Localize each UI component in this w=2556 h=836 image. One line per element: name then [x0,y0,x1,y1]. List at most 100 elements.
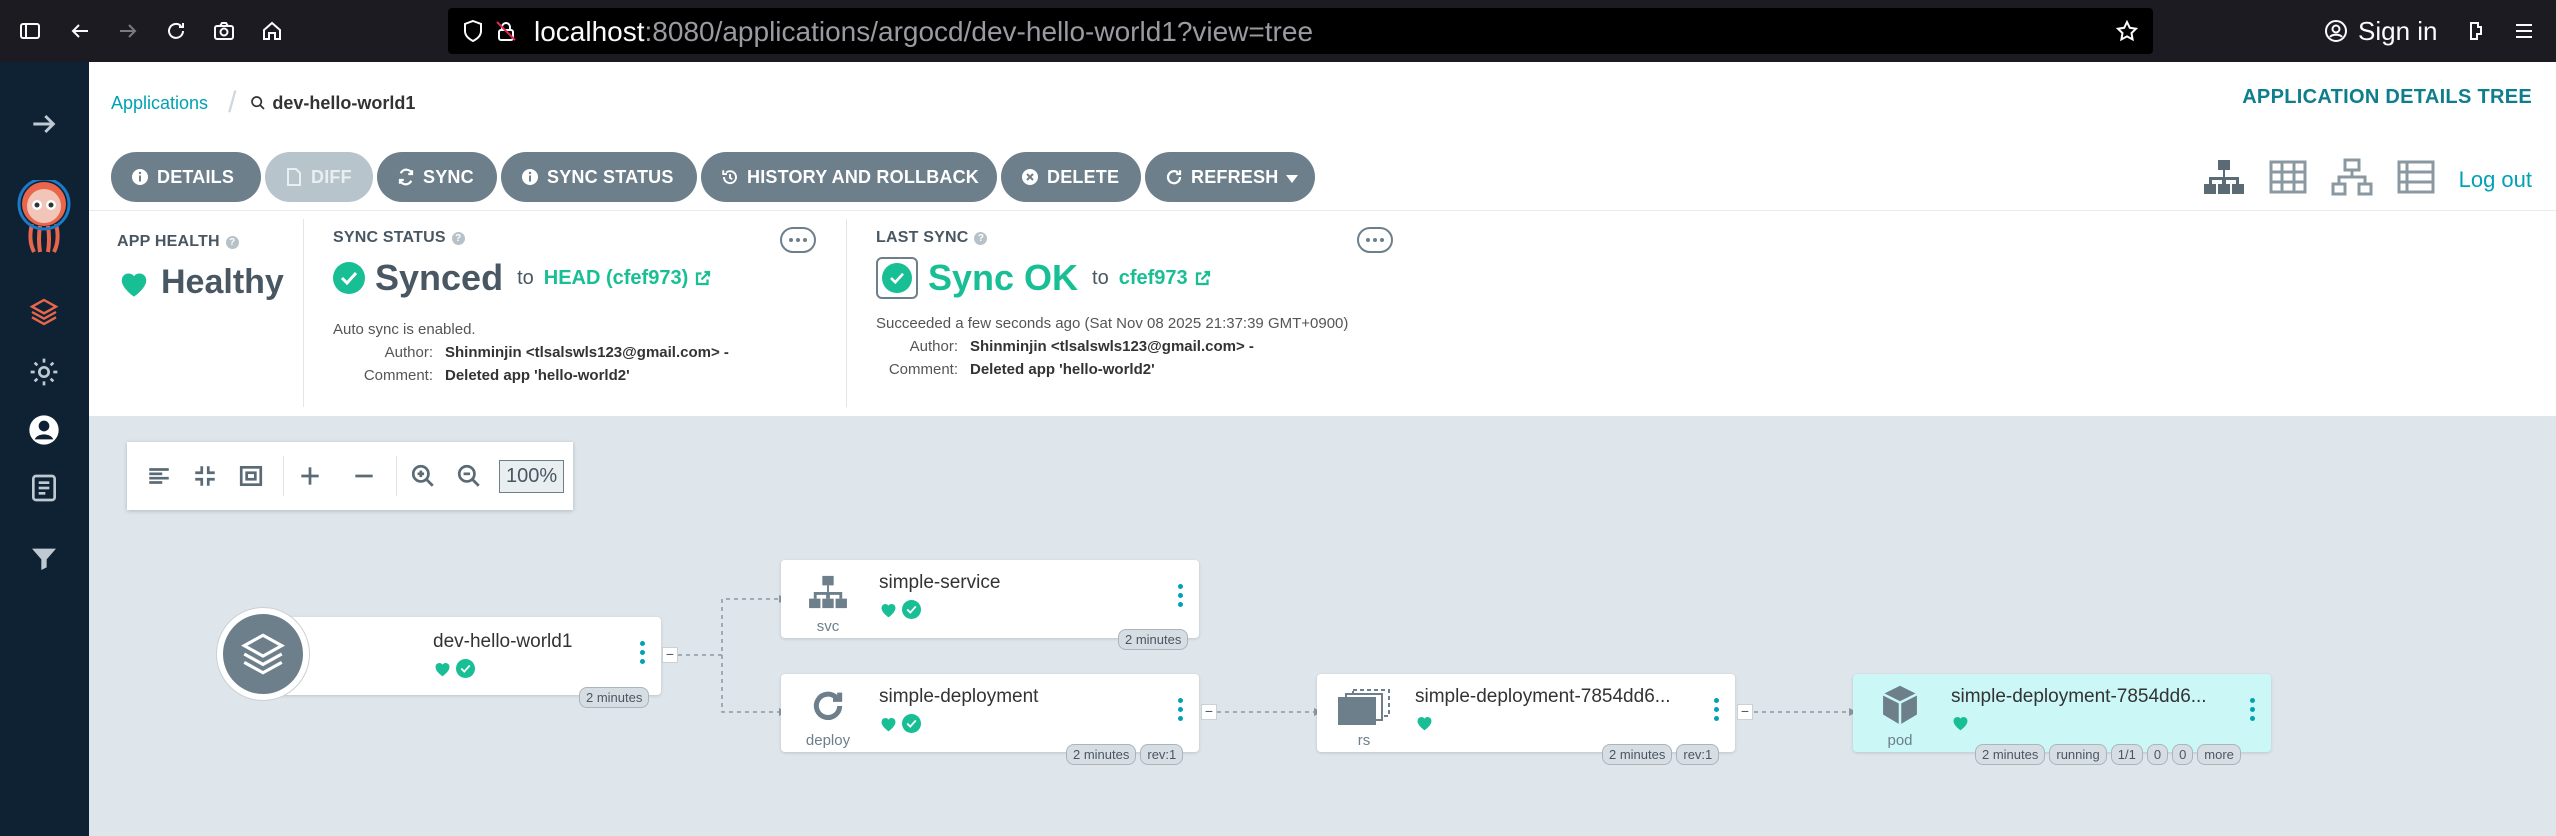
sync-status-label-text: SYNC STATUS [333,229,446,246]
action-toolbar: DETAILS DIFF SYNC SYNC STATUS HISTORY AN… [111,152,1315,202]
replicaset-node-menu-icon[interactable] [1711,698,1721,721]
sidebar-toggle-icon[interactable] [16,17,44,45]
replicaset-node-tags: 2 minutes rev:1 [1602,744,1720,765]
deployment-node-tags: 2 minutes rev:1 [1066,744,1184,765]
replicaset-collapse-button[interactable]: − [1737,704,1753,720]
app-health-label-text: APP HEALTH [117,233,220,250]
network-view-icon[interactable] [2331,158,2373,201]
sync-status-button[interactable]: SYNC STATUS [501,152,697,202]
details-button[interactable]: DETAILS [111,152,261,202]
sync-status-more-button[interactable] [780,227,816,253]
filter-icon[interactable] [24,538,64,578]
sync-to-label: to [517,266,534,289]
applications-layers-icon[interactable] [24,292,64,332]
sync-status-row: Synced to HEAD (cfef973) [333,257,893,299]
last-sync-time: Succeeded a few seconds ago (Sat Nov 08 … [876,315,1349,332]
sync-comment-row: Comment: Deleted app 'hello-world2' [325,367,893,384]
service-node[interactable]: svc simple-service [781,560,1199,638]
deployment-collapse-button[interactable]: − [1201,704,1217,720]
author-value: Shinminjin <tlsalswls123@gmail.com> - [970,338,1254,355]
age-tag: 2 minutes [579,687,650,708]
pod-count-tag: 0 [2172,744,2194,765]
sync-status-label: SYNC STATUS [547,166,674,187]
sign-in-label: Sign in [2358,15,2438,46]
breadcrumb-applications-link[interactable]: Applications [111,93,208,114]
app-node[interactable]: dev-hello-world1 [261,617,661,695]
sync-author-row: Author: Shinminjin <tlsalswls123@gmail.co… [325,344,893,361]
history-icon [721,168,739,186]
replicaset-node-status [1415,714,1434,731]
last-sync-revision-link[interactable]: cfef973 [1119,267,1212,290]
tree-view-icon[interactable] [2203,158,2245,201]
sync-revision-link[interactable]: HEAD (cfef973) [544,267,712,290]
status-panel: APP HEALTH? Healthy SYNC STATUS? Synced … [89,210,2556,416]
deployment-node-menu-icon[interactable] [1175,698,1185,721]
lock-icon[interactable] [494,19,518,48]
browser-toolbar: localhost:8080/applications/argocd/dev-h… [0,0,2556,62]
logout-link[interactable]: Log out [2459,167,2532,193]
refresh-button[interactable]: REFRESH [1145,152,1315,202]
last-sync-comment-row: Comment: Deleted app 'hello-world2' [864,361,1536,378]
history-rollback-button[interactable]: HISTORY AND ROLLBACK [701,152,997,202]
breadcrumb: Applications / dev-hello-world1 [111,86,415,120]
deployment-node[interactable]: deploy simple-deployment [781,674,1199,752]
settings-gear-icon[interactable] [24,352,64,392]
details-label: DETAILS [157,166,235,187]
pod-more-tag[interactable]: more [2197,744,2241,765]
deployment-node-name: simple-deployment [879,686,1039,707]
pod-cube-icon [1865,684,1935,728]
url-text[interactable]: localhost:8080/applications/argocd/dev-h… [534,16,1313,48]
breadcrumb-current[interactable]: dev-hello-world1 [250,93,415,114]
delete-button[interactable]: DELETE [1001,152,1141,202]
help-icon[interactable]: ? [974,231,988,245]
reload-icon[interactable] [162,17,190,45]
heart-icon [435,663,450,677]
forward-arrow-icon[interactable] [114,17,142,45]
history-label: HISTORY AND ROLLBACK [747,166,980,187]
heart-icon [881,718,896,732]
replicaset-node-name: simple-deployment-7854dd6... [1415,686,1671,707]
list-view-icon[interactable] [2395,158,2437,201]
heart-icon [881,604,896,618]
argo-logo-icon[interactable] [14,177,74,256]
resource-tree-canvas[interactable]: 100% dev-hello-world1 − 2 minutes svc si… [89,416,2556,836]
bookmark-star-icon[interactable] [2115,19,2139,48]
help-icon[interactable]: ? [451,231,465,245]
shield-icon[interactable] [462,19,484,48]
app-node-menu-icon[interactable] [637,641,647,664]
author-value: Shinminjin <tlsalswls123@gmail.com> - [445,344,729,361]
comment-key: Comment: [888,361,958,378]
extensions-icon[interactable] [2462,17,2490,45]
sign-in-button[interactable]: Sign in [2310,6,2438,56]
service-node-tags: 2 minutes [1118,629,1189,650]
age-tag: 2 minutes [1118,629,1189,650]
app-node-tags: 2 minutes [579,687,650,708]
pod-node[interactable]: pod simple-deployment-7854dd6... [1853,674,2271,752]
check-circle-icon [456,659,475,678]
sync-button[interactable]: SYNC [377,152,497,202]
user-info-icon[interactable] [24,410,64,450]
app-node-status [433,659,475,678]
last-sync-more-button[interactable] [1357,227,1393,253]
pod-status-tag: running [2049,744,2107,765]
expand-sidebar-icon[interactable] [24,104,64,144]
back-arrow-icon[interactable] [66,17,94,45]
home-icon[interactable] [258,17,286,45]
delete-x-icon [1021,168,1039,186]
address-bar[interactable]: localhost:8080/applications/argocd/dev-h… [448,8,2153,54]
diff-button[interactable]: DIFF [265,152,373,202]
help-icon[interactable]: ? [225,235,239,249]
pod-node-menu-icon[interactable] [2247,698,2257,721]
file-icon [285,168,303,186]
last-sync-value: Sync OK [928,257,1079,298]
app-collapse-button[interactable]: − [662,647,678,663]
node-kind-label: svc [816,618,840,635]
service-node-menu-icon[interactable] [1175,584,1185,607]
screenshot-icon[interactable] [210,17,238,45]
pods-grid-icon[interactable] [2267,158,2309,201]
documentation-icon[interactable] [24,468,64,508]
comment-value: Deleted app 'hello-world2' [445,367,630,384]
app-menu-icon[interactable] [2510,17,2538,45]
comment-value: Deleted app 'hello-world2' [970,361,1155,378]
replicaset-node[interactable]: rs simple-deployment-7854dd6... [1317,674,1735,752]
